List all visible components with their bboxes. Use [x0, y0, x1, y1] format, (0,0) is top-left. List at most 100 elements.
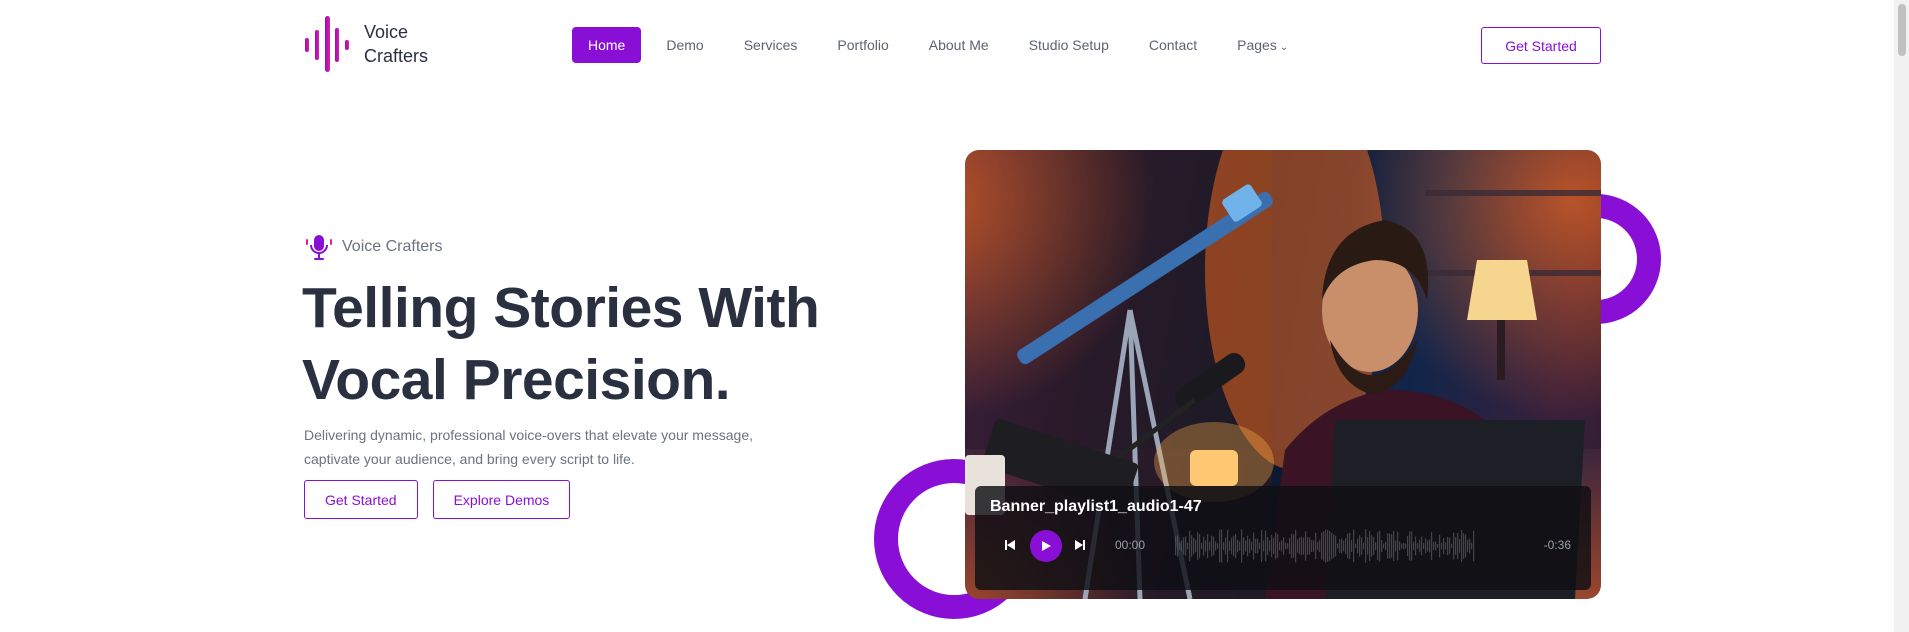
- waveform-bar: [1241, 529, 1243, 563]
- skip-next-icon[interactable]: [1071, 536, 1089, 554]
- header-get-started-button[interactable]: Get Started: [1481, 27, 1601, 64]
- waveform-bar: [1373, 536, 1375, 556]
- waveform-bar: [1399, 541, 1401, 551]
- waveform-bar: [1333, 534, 1335, 558]
- waveform-bar: [1237, 539, 1239, 553]
- nav-item-about-me[interactable]: About Me: [909, 27, 1009, 63]
- waveform-bar: [1353, 529, 1355, 563]
- hero-media-card: Banner_playlist1_audio1-47 00:00 -0:36: [965, 150, 1601, 599]
- hero-title-line1: Telling Stories With: [302, 276, 820, 340]
- waveform-bar: [1313, 540, 1315, 552]
- page-scrollbar[interactable]: [1894, 0, 1909, 632]
- chevron-down-icon: ⌄: [1279, 42, 1289, 53]
- track-title: Banner_playlist1_audio1-47: [990, 498, 1202, 515]
- waveform-bar: [1229, 541, 1231, 551]
- waveform-bar: [1377, 532, 1379, 560]
- nav-item-contact[interactable]: Contact: [1129, 27, 1217, 63]
- nav-item-portfolio[interactable]: Portfolio: [817, 27, 908, 63]
- waveform-bar: [1291, 533, 1293, 559]
- waveform-bar: [1351, 539, 1353, 553]
- nav-item-demo[interactable]: Demo: [646, 27, 723, 63]
- waveform-bar: [1213, 536, 1215, 556]
- waveform-bar: [1219, 529, 1221, 563]
- hero-get-started-button[interactable]: Get Started: [304, 480, 418, 519]
- waveform-bar: [1177, 535, 1179, 557]
- waveform-bar: [1471, 542, 1473, 550]
- waveform-bar: [1259, 542, 1261, 550]
- waveform-bar: [1365, 529, 1367, 563]
- waveform-bar: [1179, 542, 1181, 550]
- waveform-bar: [1455, 537, 1457, 555]
- waveform-bar: [1309, 537, 1311, 555]
- waveform-bar: [1319, 539, 1321, 553]
- hero-title-line2: Vocal Precision.: [302, 348, 731, 412]
- nav-item-pages[interactable]: Pages ⌄: [1217, 27, 1308, 63]
- waveform-bar: [1279, 541, 1281, 551]
- waveform-bar: [1323, 531, 1325, 561]
- nav-item-services[interactable]: Services: [724, 27, 818, 63]
- waveform-bar: [1445, 542, 1447, 550]
- waveform-bar: [1327, 530, 1329, 562]
- hero-subtitle-line1: Delivering dynamic, professional voice-o…: [304, 427, 753, 443]
- waveform-bar: [1343, 540, 1345, 552]
- waveform-bar: [1265, 530, 1267, 562]
- waveform-bar: [1255, 538, 1257, 554]
- waveform-bar: [1371, 535, 1373, 557]
- waveform-bar: [1257, 538, 1259, 554]
- waveform-bar: [1433, 541, 1435, 551]
- brand-logo[interactable]: Voice Crafters: [304, 14, 428, 74]
- waveform-bar: [1449, 537, 1451, 555]
- nav-item-studio-setup[interactable]: Studio Setup: [1009, 27, 1129, 63]
- waveform-bar: [1281, 540, 1283, 552]
- waveform-bar: [1211, 535, 1213, 557]
- play-icon: [1042, 541, 1051, 551]
- waveform-bar: [1307, 537, 1309, 555]
- waveform-bar: [1457, 532, 1459, 560]
- waveform-bar: [1203, 536, 1205, 556]
- waveform-bar: [1431, 532, 1433, 560]
- main-nav: Home Demo Services Portfolio About Me St…: [572, 27, 1308, 63]
- waveform-bar: [1337, 543, 1339, 549]
- waveform-bar: [1321, 532, 1323, 560]
- waveform-bar: [1263, 540, 1265, 552]
- waveform-bar: [1283, 537, 1285, 555]
- waveform-bar: [1325, 529, 1327, 563]
- waveform-bar: [1411, 531, 1413, 561]
- waveform-bar: [1379, 530, 1381, 562]
- waveform-bar: [1249, 539, 1251, 553]
- waveform-bar: [1395, 540, 1397, 552]
- waveform-bar: [1439, 534, 1441, 558]
- waveform-bar: [1355, 543, 1357, 549]
- play-button[interactable]: [1030, 530, 1062, 562]
- waveform-bar: [1271, 534, 1273, 558]
- hero-subtitle: Delivering dynamic, professional voice-o…: [304, 423, 794, 471]
- waveform-bar: [1247, 535, 1249, 557]
- brand-name: Voice Crafters: [364, 20, 428, 68]
- waveform-bar: [1231, 537, 1233, 555]
- waveform-bar: [1277, 534, 1279, 558]
- waveform-bar: [1269, 540, 1271, 552]
- waveform-bar: [1451, 543, 1453, 549]
- waveform-bar: [1233, 535, 1235, 557]
- waveform-bar: [1363, 542, 1365, 550]
- waveform-bar: [1473, 530, 1475, 562]
- hero-eyebrow-text: Voice Crafters: [342, 238, 443, 255]
- nav-item-home[interactable]: Home: [572, 27, 642, 63]
- waveform-bar: [1387, 533, 1389, 559]
- waveform-bar: [1273, 537, 1275, 555]
- skip-previous-icon[interactable]: [1001, 536, 1019, 554]
- waveform-bar: [1289, 537, 1291, 555]
- waveform-bar: [1185, 536, 1187, 556]
- explore-demos-button[interactable]: Explore Demos: [432, 480, 571, 519]
- audio-waveform[interactable]: [1175, 526, 1475, 566]
- waveform-bar: [1417, 543, 1419, 549]
- waveform-bar: [1187, 542, 1189, 550]
- waveform-bar: [1215, 541, 1217, 551]
- waveform-bar: [1227, 529, 1229, 563]
- waveform-bar: [1221, 529, 1223, 563]
- waveform-bar: [1389, 533, 1391, 559]
- waveform-bar: [1299, 537, 1301, 555]
- waveform-bar: [1393, 530, 1395, 562]
- waveform-bar: [1251, 541, 1253, 551]
- scrollbar-thumb[interactable]: [1898, 4, 1906, 56]
